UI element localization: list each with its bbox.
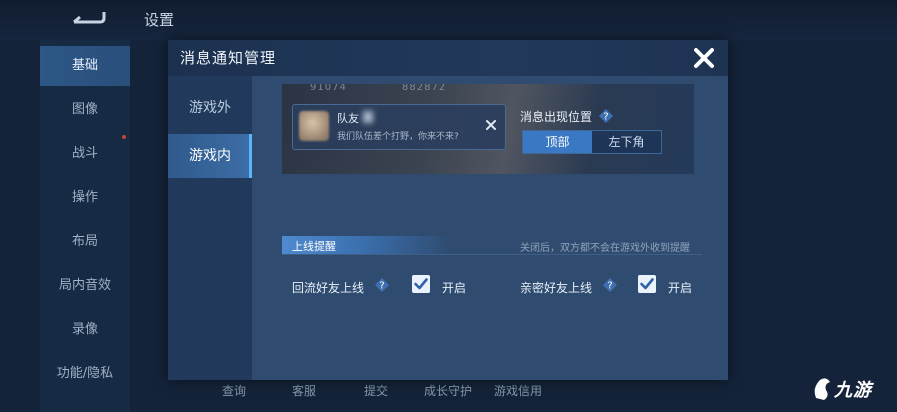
dialog-content: 91074 882872 队友 我们队伍差个打野，你来不来? 消息出现位置 ? … <box>252 76 728 380</box>
notification-message: 我们队伍差个打野，你来不来? <box>337 132 459 142</box>
close-icon[interactable] <box>688 42 720 74</box>
sidebar-item-sound[interactable]: 局内音效 <box>40 266 130 306</box>
sidebar-item-basic[interactable]: 基础 <box>40 46 130 86</box>
notification-sender: 队友 <box>337 112 359 125</box>
tab-out-of-game[interactable]: 游戏外 <box>168 86 252 130</box>
dialog-title: 消息通知管理 <box>180 49 277 67</box>
section-note: 关闭后，双方都不会在游戏外收到提醒 <box>520 243 690 254</box>
svg-text:?: ? <box>603 112 608 123</box>
bottom-item-service[interactable]: 客服 <box>292 382 316 399</box>
notification-card: 队友 我们队伍差个打野，你来不来? <box>292 104 506 150</box>
sender-name-blur <box>363 111 373 123</box>
divider <box>282 254 702 255</box>
returning-friend-checkbox[interactable] <box>412 275 430 293</box>
position-option-top[interactable]: 顶部 <box>523 131 592 153</box>
preview-stat-b: 882872 <box>402 84 447 93</box>
message-position-label: 消息出现位置 <box>520 110 593 124</box>
dialog-header: 消息通知管理 <box>168 40 728 76</box>
notification-settings-dialog: 消息通知管理 游戏外 游戏内 91074 882872 队友 我们队伍差个打野，… <box>168 40 728 380</box>
settings-sidebar: 基础 图像 战斗 操作 布局 局内音效 录像 功能/隐私 <box>40 40 130 412</box>
bottom-item-credit[interactable]: 游戏信用 <box>494 382 542 399</box>
bottom-item-query[interactable]: 查询 <box>222 382 246 399</box>
sidebar-item-image[interactable]: 图像 <box>40 90 130 130</box>
notification-preview: 91074 882872 队友 我们队伍差个打野，你来不来? <box>282 84 694 174</box>
help-icon[interactable]: ? <box>374 277 390 293</box>
returning-friend-state: 开启 <box>442 281 467 295</box>
back-arrow-icon[interactable] <box>70 8 106 28</box>
message-position-selector: 顶部 左下角 <box>522 130 662 154</box>
help-icon[interactable]: ? <box>598 108 614 124</box>
close-icon[interactable] <box>483 117 499 133</box>
close-friend-state: 开启 <box>668 281 693 295</box>
position-option-bottom-left[interactable]: 左下角 <box>592 131 661 153</box>
close-friend-checkbox[interactable] <box>638 275 656 293</box>
preview-stat-a: 91074 <box>310 84 347 93</box>
watermark-text: 九游 <box>834 380 872 401</box>
bottom-item-guardian[interactable]: 成长守护 <box>424 382 472 399</box>
sidebar-item-combat[interactable]: 战斗 <box>40 134 130 174</box>
help-icon[interactable]: ? <box>602 277 618 293</box>
sidebar-item-privacy[interactable]: 功能/隐私 <box>40 354 130 394</box>
tab-in-game[interactable]: 游戏内 <box>168 134 252 178</box>
close-friend-online-label: 亲密好友上线 <box>520 281 593 295</box>
dialog-tabs: 游戏外 游戏内 <box>168 76 252 380</box>
svg-text:?: ? <box>607 281 612 292</box>
sidebar-item-controls[interactable]: 操作 <box>40 178 130 218</box>
sidebar-item-replay[interactable]: 录像 <box>40 310 130 350</box>
svg-text:?: ? <box>379 281 384 292</box>
section-title: 上线提醒 <box>292 240 336 253</box>
notification-dot <box>122 135 126 139</box>
avatar <box>299 111 329 141</box>
settings-title: 设置 <box>144 11 175 29</box>
returning-friend-online-label: 回流好友上线 <box>292 281 365 295</box>
bottom-item-submit[interactable]: 提交 <box>364 382 388 399</box>
sidebar-item-layout[interactable]: 布局 <box>40 222 130 262</box>
settings-header <box>0 0 897 40</box>
